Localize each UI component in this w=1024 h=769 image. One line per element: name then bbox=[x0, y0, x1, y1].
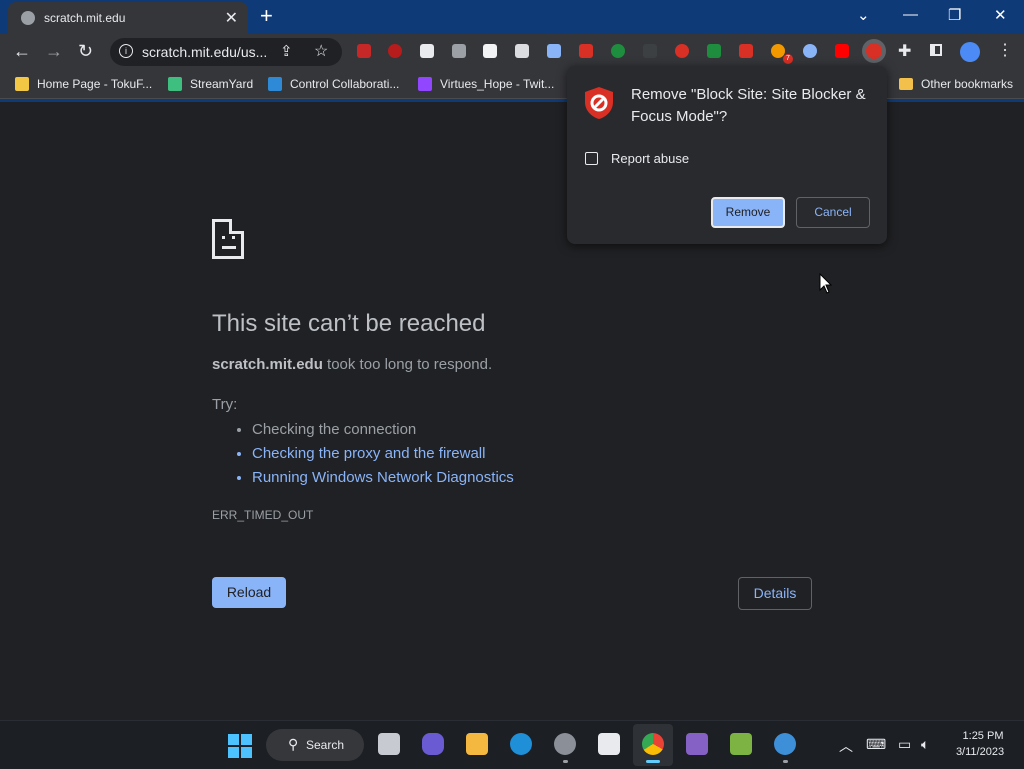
share-icon[interactable]: ⇪ bbox=[280, 42, 293, 60]
window-close-button[interactable]: ✕ bbox=[994, 6, 1007, 24]
sad-page-icon bbox=[212, 219, 244, 259]
extension-icon[interactable] bbox=[357, 44, 371, 58]
taskbar-search[interactable]: ⚲ Search bbox=[266, 729, 364, 761]
bookmark-item[interactable]: Virtues_Hope - Twit... bbox=[418, 77, 554, 91]
mouse-cursor-icon bbox=[819, 273, 833, 294]
keyboard-icon[interactable]: ⌨ bbox=[866, 736, 886, 753]
network-app-icon[interactable] bbox=[774, 733, 796, 755]
extension-icon[interactable] bbox=[739, 44, 753, 58]
volume-icon[interactable]: 🔈︎ bbox=[921, 736, 929, 753]
game-app-icon[interactable] bbox=[730, 733, 752, 755]
bookmark-icon bbox=[268, 77, 282, 91]
suggestion-list: Checking the connection Checking the pro… bbox=[212, 418, 514, 490]
clock-date[interactable]: 3/11/2023 bbox=[950, 746, 1010, 758]
extension-icon[interactable] bbox=[803, 44, 817, 58]
tab-close-button[interactable]: ✕ bbox=[225, 8, 238, 28]
shield-block-icon bbox=[585, 87, 613, 119]
running-indicator bbox=[563, 760, 568, 763]
error-title: This site can’t be reached bbox=[212, 310, 486, 337]
chevron-up-icon[interactable]: ︿ bbox=[839, 736, 853, 756]
suggestion-link[interactable]: Running Windows Network Diagnostics bbox=[252, 466, 514, 490]
extension-icon[interactable] bbox=[483, 44, 497, 58]
bookmark-item[interactable]: Home Page - TokuF... bbox=[15, 77, 152, 91]
remove-button[interactable]: Remove bbox=[711, 197, 785, 228]
extension-icon[interactable] bbox=[547, 44, 561, 58]
menu-button[interactable]: ⋮ bbox=[997, 40, 1013, 60]
url-text[interactable]: scratch.mit.edu/us... bbox=[142, 44, 267, 60]
side-panel-icon[interactable] bbox=[930, 44, 942, 56]
youtube-extension-icon[interactable] bbox=[835, 44, 849, 58]
other-bookmarks[interactable]: Other bookmarks bbox=[899, 77, 1013, 91]
extension-icon[interactable] bbox=[452, 44, 466, 58]
taskbar: ⚲ Search ︿ ⌨ ▭ 🔈︎ 1:25 PM 3/11/2023 bbox=[0, 720, 1024, 769]
extension-icon[interactable] bbox=[707, 44, 721, 58]
minimize-button[interactable]: — bbox=[903, 6, 918, 23]
search-label: Search bbox=[306, 738, 345, 752]
back-button[interactable]: ← bbox=[13, 41, 31, 62]
clock-time[interactable]: 1:25 PM bbox=[958, 730, 1008, 742]
tab-title: scratch.mit.edu bbox=[44, 11, 126, 25]
search-icon: ⚲ bbox=[288, 736, 299, 752]
suggestion-link[interactable]: Checking the proxy and the firewall bbox=[252, 442, 514, 466]
address-bar[interactable]: i scratch.mit.edu/us... ⇪ ☆ bbox=[110, 38, 342, 66]
visual-studio-icon[interactable] bbox=[686, 733, 708, 755]
report-abuse-label[interactable]: Report abuse bbox=[611, 151, 689, 166]
extension-icon[interactable] bbox=[611, 44, 625, 58]
file-explorer-icon[interactable] bbox=[466, 733, 488, 755]
extensions-puzzle-icon[interactable]: ✚ bbox=[898, 41, 911, 61]
title-bar: scratch.mit.edu ✕ + ⌄ — ❐ ✕ bbox=[0, 0, 1024, 34]
task-view-icon[interactable] bbox=[378, 733, 400, 755]
forward-button[interactable]: → bbox=[45, 41, 63, 62]
edge-icon[interactable] bbox=[510, 733, 532, 755]
error-code: ERR_TIMED_OUT bbox=[212, 508, 314, 522]
extension-icon[interactable] bbox=[579, 44, 593, 58]
tab-search-button[interactable]: ⌄ bbox=[857, 6, 870, 24]
site-info-icon[interactable]: i bbox=[119, 44, 133, 58]
bookmark-icon bbox=[168, 77, 182, 91]
block-site-extension-icon[interactable] bbox=[866, 43, 882, 59]
extension-badge: 7 bbox=[783, 54, 793, 64]
bookmark-icon bbox=[15, 77, 29, 91]
bookmark-item[interactable]: Control Collaborati... bbox=[268, 77, 399, 91]
extension-icon[interactable] bbox=[420, 44, 434, 58]
restore-button[interactable]: ❐ bbox=[948, 6, 961, 24]
twitch-icon bbox=[418, 77, 432, 91]
running-indicator bbox=[783, 760, 788, 763]
bookmark-item[interactable]: StreamYard bbox=[168, 77, 253, 91]
error-description: scratch.mit.edu took too long to respond… bbox=[212, 356, 493, 373]
extension-icon[interactable] bbox=[388, 44, 402, 58]
dialog-title: Remove "Block Site: Site Blocker & Focus… bbox=[631, 86, 866, 125]
report-abuse-checkbox[interactable] bbox=[585, 152, 598, 165]
suggestion-item: Checking the connection bbox=[252, 418, 514, 442]
remove-extension-dialog: Remove "Block Site: Site Blocker & Focus… bbox=[567, 66, 887, 244]
windows-start-icon[interactable] bbox=[228, 734, 252, 758]
extension-icon[interactable] bbox=[675, 44, 689, 58]
network-icon[interactable]: ▭ bbox=[898, 736, 911, 753]
settings-gear-icon[interactable] bbox=[554, 733, 576, 755]
extension-icon[interactable] bbox=[515, 44, 529, 58]
extension-icon[interactable] bbox=[643, 44, 657, 58]
error-host: scratch.mit.edu bbox=[212, 356, 323, 373]
microsoft-store-icon[interactable] bbox=[598, 733, 620, 755]
running-indicator bbox=[646, 760, 660, 763]
profile-avatar[interactable] bbox=[960, 42, 980, 62]
teams-chat-icon[interactable] bbox=[422, 733, 444, 755]
folder-icon bbox=[899, 78, 913, 90]
bookmark-star-icon[interactable]: ☆ bbox=[314, 41, 328, 61]
reload-page-button[interactable]: Reload bbox=[212, 577, 286, 608]
browser-toolbar: ← → ↻ i scratch.mit.edu/us... ⇪ ☆ 7 ✚ ⋮ bbox=[0, 34, 1024, 70]
chrome-icon[interactable] bbox=[642, 733, 664, 755]
try-label: Try: bbox=[212, 396, 238, 413]
details-button[interactable]: Details bbox=[738, 577, 812, 610]
new-tab-button[interactable]: + bbox=[260, 3, 273, 29]
cancel-button[interactable]: Cancel bbox=[796, 197, 870, 228]
browser-tab[interactable]: scratch.mit.edu ✕ bbox=[8, 2, 248, 34]
globe-icon bbox=[21, 11, 35, 25]
reload-button[interactable]: ↻ bbox=[78, 41, 93, 62]
